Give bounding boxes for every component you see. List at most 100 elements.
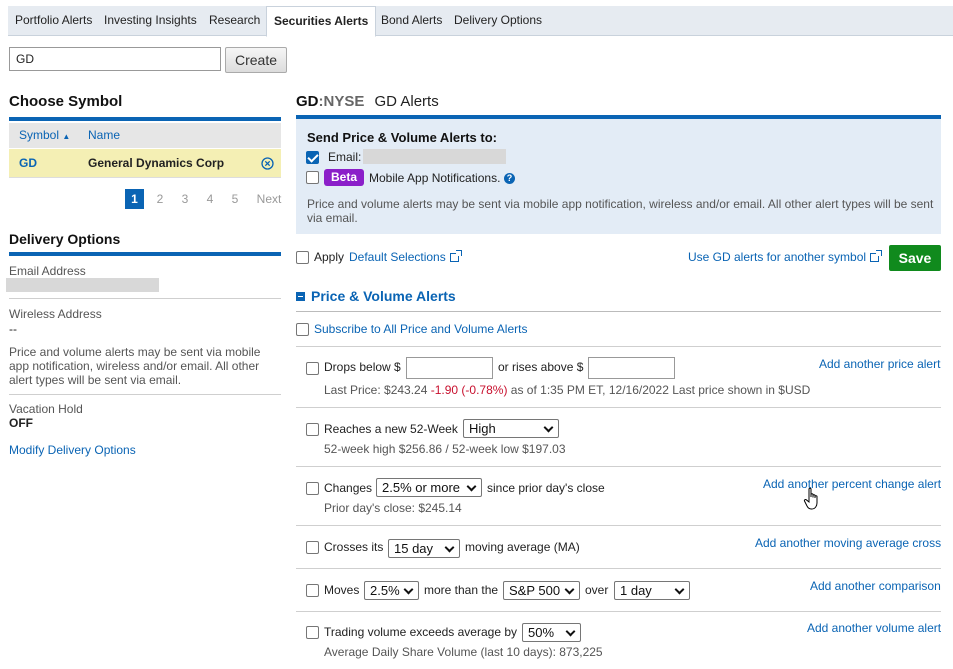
index-select[interactable]: S&P 500 (503, 581, 580, 600)
save-button[interactable]: Save (889, 245, 941, 271)
header-symbol: GD (296, 93, 319, 110)
moves-percent-select[interactable]: 2.5% (364, 581, 419, 600)
moves-label: Moves (324, 583, 360, 597)
divider (296, 466, 941, 467)
add-moving-average-link[interactable]: Add another moving average cross (755, 536, 941, 550)
moves-checkbox[interactable] (306, 584, 319, 597)
table-row[interactable]: GD General Dynamics Corp (9, 149, 281, 178)
page-3[interactable]: 3 (178, 189, 192, 209)
create-button[interactable]: Create (225, 47, 287, 73)
changes-suffix: since prior day's close (487, 481, 605, 495)
redacted-email (6, 278, 159, 292)
drops-below-checkbox[interactable] (306, 362, 319, 375)
symbol-table-header: Symbol ▲ Name (9, 123, 281, 148)
last-price-info: Last Price: $243.24 -1.90 (-0.78%) as of… (324, 383, 811, 397)
tab-bond-alerts[interactable]: Bond Alerts (374, 6, 449, 36)
email-label: Email: (328, 150, 362, 164)
volume-checkbox[interactable] (306, 626, 319, 639)
row-symbol[interactable]: GD (19, 156, 37, 170)
modify-delivery-options-link[interactable]: Modify Delivery Options (9, 443, 136, 457)
apply-checkbox[interactable] (296, 251, 309, 264)
symbol-search-input[interactable] (9, 47, 221, 71)
divider (296, 311, 941, 312)
header-alerts-title: GD Alerts (374, 93, 439, 110)
price-volume-section-title[interactable]: Price & Volume Alerts (311, 288, 456, 304)
average-volume-info: Average Daily Share Volume (last 10 days… (324, 645, 603, 659)
add-price-alert-link[interactable]: Add another price alert (819, 357, 940, 371)
page-title: GD:NYSE GD Alerts (296, 93, 439, 110)
divider (296, 407, 941, 408)
tab-delivery-options[interactable]: Delivery Options (447, 6, 549, 36)
add-percent-change-alert-link[interactable]: Add another percent change alert (763, 477, 941, 491)
crosses-ma-checkbox[interactable] (306, 541, 319, 554)
rises-above-input[interactable] (588, 357, 675, 379)
volume-percent-select[interactable]: 50% (522, 623, 581, 642)
wireless-address-value: -- (9, 322, 17, 336)
52-week-checkbox[interactable] (306, 423, 319, 436)
divider (9, 394, 281, 395)
sort-name-header[interactable]: Name (88, 128, 120, 142)
vacation-hold-label: Vacation Hold (9, 402, 83, 416)
prior-close-info: Prior day's close: $245.14 (324, 501, 462, 515)
divider (296, 346, 941, 347)
email-checkbox[interactable] (306, 151, 319, 164)
hand-cursor-icon (803, 487, 818, 510)
choose-symbol-title: Choose Symbol (9, 93, 123, 110)
mobile-app-label: Mobile App Notifications. (369, 171, 501, 185)
mobile-app-checkbox[interactable] (306, 171, 319, 184)
volume-label: Trading volume exceeds average by (324, 625, 517, 639)
over-label: over (585, 583, 609, 597)
tab-research[interactable]: Research (202, 6, 267, 36)
drops-below-input[interactable] (406, 357, 493, 379)
divider (296, 525, 941, 526)
beta-badge: Beta (324, 169, 364, 186)
more-than-label: more than the (424, 583, 499, 597)
page-2[interactable]: 2 (153, 189, 167, 209)
help-icon[interactable]: ? (504, 173, 515, 184)
section-divider (9, 252, 281, 256)
crosses-suffix: moving average (MA) (465, 540, 580, 554)
email-address-label: Email Address (9, 264, 86, 278)
subscribe-all-link[interactable]: Subscribe to All Price and Volume Alerts (314, 322, 527, 336)
tab-securities-alerts[interactable]: Securities Alerts (266, 6, 377, 37)
add-comparison-link[interactable]: Add another comparison (810, 579, 941, 593)
price-change: -1.90 (-0.78%) (430, 383, 508, 397)
send-note: Price and volume alerts may be sent via … (307, 197, 934, 225)
rises-above-label: or rises above $ (498, 360, 584, 374)
row-company-name: General Dynamics Corp (88, 156, 225, 170)
external-link-icon (450, 250, 462, 262)
page-next[interactable]: Next (254, 189, 284, 209)
sort-symbol-header[interactable]: Symbol ▲ (19, 128, 70, 142)
tab-investing-insights[interactable]: Investing Insights (97, 6, 204, 36)
send-alerts-title: Send Price & Volume Alerts to: (307, 130, 497, 145)
52-week-select[interactable]: High (463, 419, 559, 438)
divider (296, 568, 941, 569)
page-1[interactable]: 1 (125, 189, 144, 209)
delivery-options-title: Delivery Options (9, 231, 121, 247)
tab-bar: Portfolio Alerts Investing Insights Rese… (8, 6, 953, 37)
52-week-label: Reaches a new 52-Week (324, 422, 458, 436)
page-4[interactable]: 4 (203, 189, 217, 209)
remove-circle-icon[interactable] (261, 157, 274, 170)
sort-up-icon: ▲ (62, 132, 71, 141)
use-alerts-other-symbol-link[interactable]: Use GD alerts for another symbol (688, 250, 866, 264)
wireless-address-label: Wireless Address (9, 307, 102, 321)
subscribe-all-checkbox[interactable] (296, 323, 309, 336)
divider (296, 611, 941, 612)
crosses-label: Crosses its (324, 540, 384, 554)
period-select[interactable]: 1 day (614, 581, 690, 600)
collapse-minus-icon[interactable] (296, 292, 305, 301)
percent-change-select[interactable]: 2.5% or more (376, 478, 482, 497)
tab-portfolio-alerts[interactable]: Portfolio Alerts (8, 6, 99, 36)
apply-label: Apply (314, 250, 345, 264)
delivery-note: Price and volume alerts may be sent via … (9, 345, 261, 387)
section-divider (9, 117, 281, 121)
redacted-email (363, 149, 506, 164)
default-selections-link[interactable]: Default Selections (349, 250, 446, 264)
external-link-icon (870, 250, 882, 262)
page-5[interactable]: 5 (228, 189, 242, 209)
changes-checkbox[interactable] (306, 482, 319, 495)
moving-average-select[interactable]: 15 day (388, 539, 460, 558)
divider (9, 298, 281, 299)
add-volume-alert-link[interactable]: Add another volume alert (807, 621, 941, 635)
